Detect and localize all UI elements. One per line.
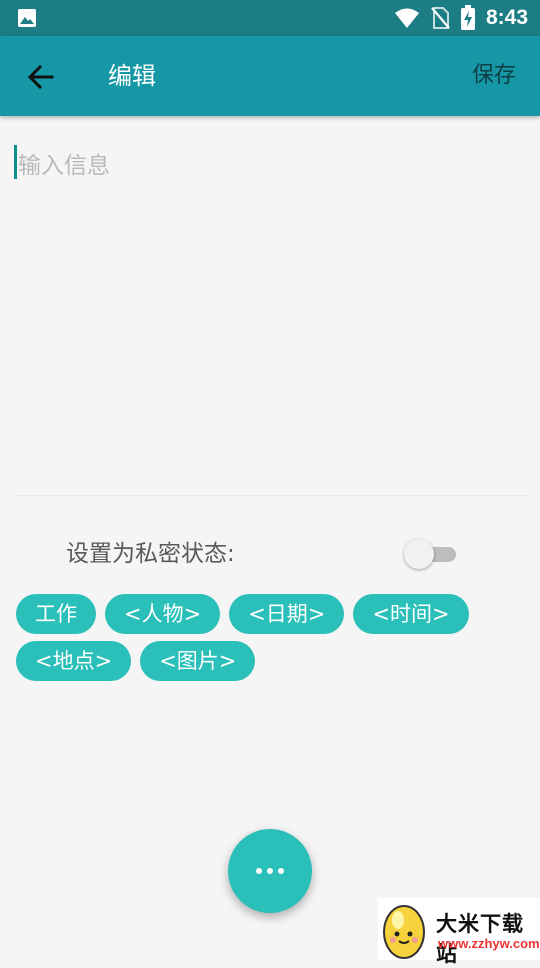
tag-chip-person[interactable]: <人物> <box>105 594 221 634</box>
private-toggle[interactable] <box>404 539 458 569</box>
watermark: 大米下载站 www.zzhyw.com <box>378 898 540 966</box>
battery-charging-icon <box>460 5 475 30</box>
more-horiz-icon-dot <box>267 868 273 874</box>
tag-chip-date[interactable]: <日期> <box>229 594 345 634</box>
status-bar: 8:43 <box>0 0 540 36</box>
more-horiz-icon <box>256 868 262 874</box>
page-title: 编辑 <box>108 62 156 90</box>
egg-mascot-logo <box>383 905 425 959</box>
tag-chip-location[interactable]: <地点> <box>16 641 132 681</box>
toggle-thumb <box>404 539 434 569</box>
divider <box>16 495 526 496</box>
tag-chip-time[interactable]: <时间> <box>353 594 469 634</box>
more-horiz-icon-dot <box>278 868 284 874</box>
tag-chips: 工作 <人物> <日期> <时间> <地点> <图片> <box>16 594 516 681</box>
status-icons: 8:43 <box>394 0 528 36</box>
private-setting-row: 设置为私密状态: <box>66 534 466 574</box>
wifi-icon <box>394 8 419 28</box>
app-bar: 编辑 保存 <box>0 36 540 116</box>
editor-area <box>16 140 528 492</box>
private-setting-label: 设置为私密状态: <box>66 541 235 567</box>
watermark-url: www.zzhyw.com <box>438 936 540 951</box>
tag-chip-work[interactable]: 工作 <box>16 594 96 634</box>
tag-chip-image[interactable]: <图片> <box>140 641 256 681</box>
no-sim-icon <box>431 7 450 29</box>
status-time: 8:43 <box>485 6 528 29</box>
save-button[interactable]: 保存 <box>472 36 516 116</box>
more-options-button[interactable] <box>228 829 312 913</box>
message-input[interactable] <box>16 140 528 492</box>
arrow-left-icon[interactable] <box>26 63 56 91</box>
gallery-icon <box>18 9 36 27</box>
